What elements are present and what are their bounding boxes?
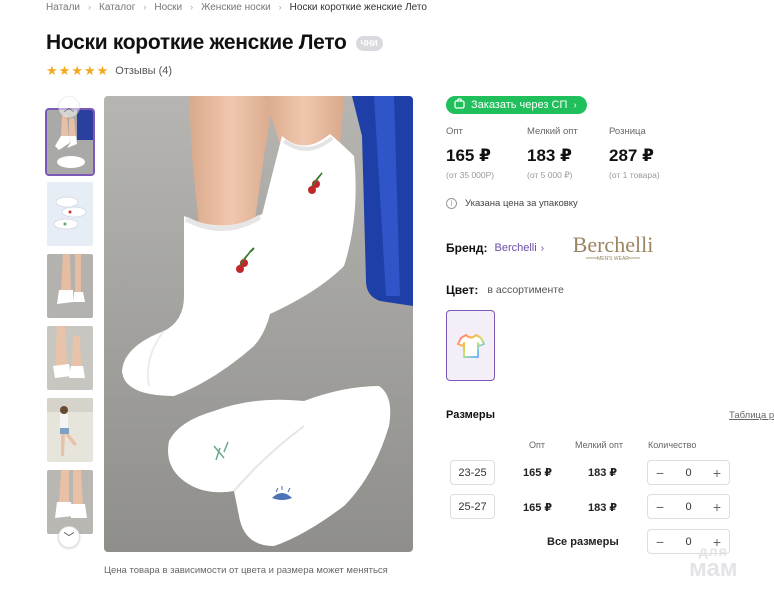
size-option[interactable]: 23-25 [450,460,495,485]
breadcrumb-separator-icon: › [278,2,282,12]
chevron-up-icon: ︿ [63,102,75,114]
thumbnails-down-button[interactable]: ﹀ [58,526,80,548]
plus-icon[interactable]: + [711,500,723,514]
breadcrumb-item[interactable]: Женские носки [201,2,271,13]
order-via-sp-button[interactable]: Заказать через СП › [446,96,587,114]
thumbnail-image [47,110,93,174]
thumbnail-image [47,326,93,390]
brand-logo-subtext: MEN'S WEAR [597,256,629,262]
thumbnail-3[interactable] [47,254,93,318]
rating: ★ ★ ★ ★ ★ Отзывы (4) [46,64,172,77]
thumbnail-strip: ︿ ﹀ [45,96,95,551]
quantity-stepper: − 0 + [647,494,730,519]
star-icon: ★ [58,63,71,78]
price-value: 287 ₽ [609,146,654,165]
product-image [104,96,413,552]
all-sizes-label: Все размеры [547,536,619,548]
breadcrumb-item[interactable]: Натали [46,2,80,13]
price-retail: Розница 287 ₽ (от 1 товара) [609,126,660,180]
price-label: Мелкий опт [527,126,578,137]
brand-logo[interactable]: Berchelli MEN'S WEAR [558,233,668,263]
product-badge: ЧНИ [355,35,383,51]
quantity-value[interactable]: 0 [685,501,691,513]
color-value: в ассортименте [487,284,564,296]
reviews-link[interactable]: Отзывы (4) [115,65,172,77]
breadcrumb-item[interactable]: Каталог [99,2,135,13]
main-product-photo[interactable] [104,96,413,552]
page-title: Носки короткие женские Лето [46,31,347,54]
sizes-title: Размеры [446,409,496,421]
price-condition: (от 1 товара) [609,170,660,180]
size-option[interactable]: 25-27 [450,494,495,519]
thumbnail-image [47,182,93,246]
thumbnail-image [47,470,93,534]
plus-icon[interactable]: + [711,466,723,480]
star-icon: ★ [83,63,96,78]
watermark-logo: для мам [689,544,738,582]
price-label: Опт [446,126,463,137]
thumbnail-6[interactable] [47,470,93,534]
minus-icon[interactable]: − [654,535,666,549]
title-row: Носки короткие женские Лето ЧНИ [46,31,383,55]
color-row: Цвет: в ассортименте [446,283,564,297]
star-icon: ★ [96,63,109,78]
brand-link[interactable]: Berchelli [495,242,537,254]
thumbnail-1[interactable] [45,108,95,176]
column-header-quantity: Количество [648,440,697,450]
price-label: Розница [609,126,646,137]
price-value: 165 ₽ [446,146,491,165]
chevron-down-icon: ﹀ [63,532,75,544]
tshirt-icon [456,333,485,358]
quantity-value[interactable]: 0 [685,467,691,479]
size-table-link[interactable]: Таблица р [729,410,774,421]
breadcrumb-current: Носки короткие женские Лето [289,1,427,13]
star-icon: ★ [71,63,83,78]
info-icon: i [446,198,457,209]
chevron-right-icon: › [540,242,545,254]
breadcrumb-item[interactable]: Носки [154,2,182,13]
thumbnail-image [47,254,93,318]
order-button-label: Заказать через СП [471,99,568,111]
thumbnail-4[interactable] [47,326,93,390]
price-note: Цена товара в зависимости от цвета и раз… [104,565,388,576]
breadcrumb: Натали › Каталог › Носки › Женские носки… [46,0,427,14]
column-header-opt: Опт [529,440,545,450]
thumbnail-2[interactable] [47,182,93,246]
breadcrumb-separator-icon: › [88,2,92,12]
size-price-small-opt: 183 ₽ [588,467,618,479]
thumbnail-image [47,398,93,462]
color-label: Цвет: [446,283,479,297]
breadcrumb-separator-icon: › [190,2,194,12]
minus-icon[interactable]: − [654,466,666,480]
size-price-small-opt: 183 ₽ [588,502,618,514]
minus-icon[interactable]: − [654,500,666,514]
price-condition: (от 5 000 ₽) [527,170,573,180]
brand-row: Бренд: Berchelli › Berchelli MEN'S WEAR [446,233,668,263]
price-condition: (от 35 000Р) [446,170,495,180]
chevron-right-icon: › [573,99,577,111]
column-header-small-opt: Мелкий опт [575,440,624,450]
quantity-stepper: − 0 + [647,460,730,485]
brand-logo-text: Berchelli [573,233,654,257]
color-swatch-assorted[interactable] [446,310,495,381]
brand-label: Бренд: [446,241,488,255]
pack-price-note: i Указана цена за упаковку [446,198,578,209]
cart-icon [454,98,465,112]
price-wholesale: Опт 165 ₽ (от 35 000Р) [446,126,494,180]
pack-note-text: Указана цена за упаковку [465,198,578,209]
price-small-wholesale: Мелкий опт 183 ₽ (от 5 000 ₽) [527,126,578,181]
size-price-opt: 165 ₽ [523,467,553,479]
thumbnails-up-button[interactable]: ︿ [58,96,80,118]
star-icon: ★ [46,63,58,78]
breadcrumb-separator-icon: › [143,2,147,12]
watermark-line: мам [689,554,738,582]
size-price-opt: 165 ₽ [523,502,553,514]
thumbnail-5[interactable] [47,398,93,462]
price-value: 183 ₽ [527,146,572,165]
